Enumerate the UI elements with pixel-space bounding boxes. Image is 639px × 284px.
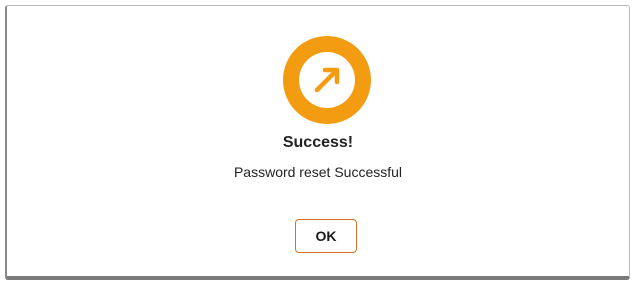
dialog-message: Password reset Successful — [233, 164, 403, 180]
success-icon-badge — [283, 36, 371, 124]
dialog-title: Success! — [282, 134, 354, 151]
ok-button[interactable]: OK — [295, 219, 357, 253]
arrow-up-right-icon — [299, 52, 355, 108]
success-dialog: Success! Password reset Successful OK — [5, 5, 630, 280]
